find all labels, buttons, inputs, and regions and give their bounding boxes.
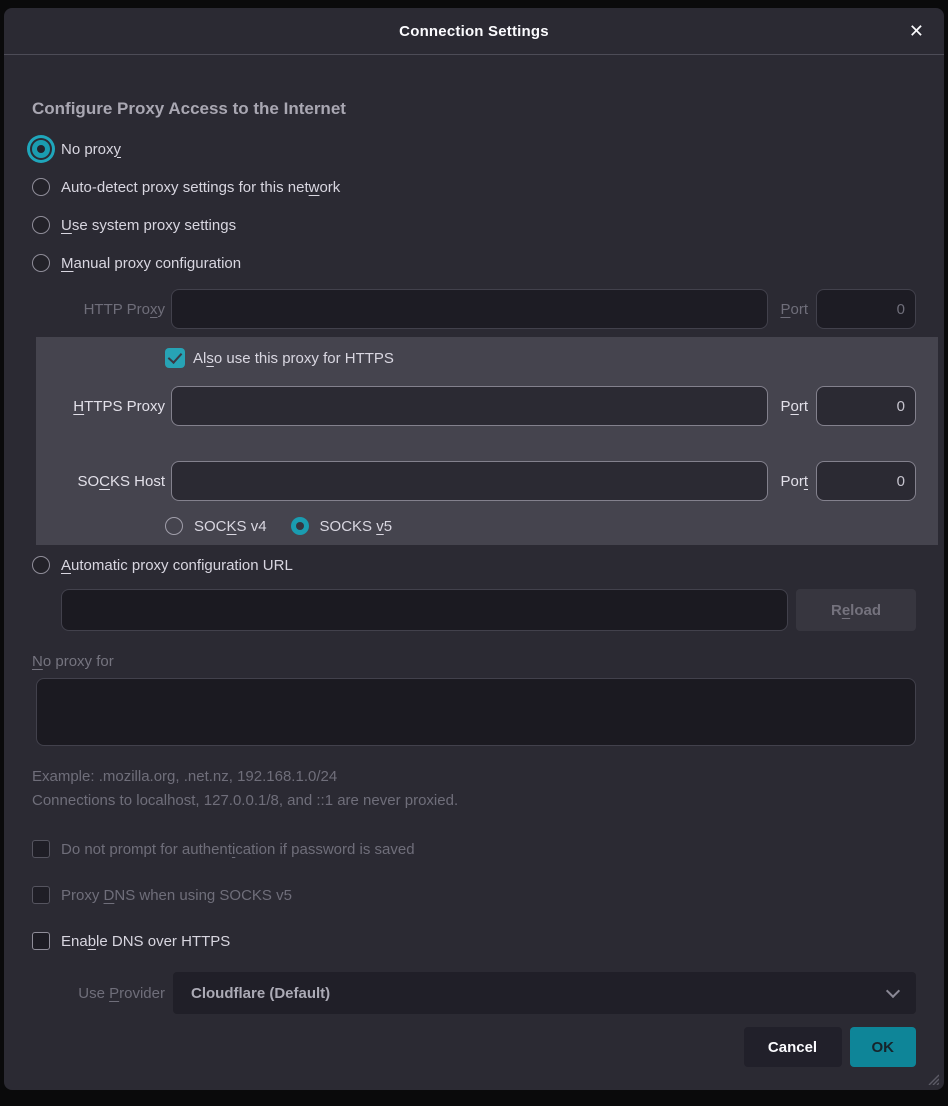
socks-v4-label: SOCKS v4 [194, 518, 267, 535]
no-proxy-example-text: Example: .mozilla.org, .net.nz, 192.168.… [32, 768, 916, 785]
use-provider-label: Use Provider [32, 985, 165, 1002]
no-proxy-for-textarea[interactable] [36, 678, 916, 746]
radio-row-system-proxy[interactable]: Use system proxy settings [32, 215, 916, 235]
https-proxy-row: HTTPS Proxy Port [36, 386, 916, 426]
dialog-titlebar: Connection Settings ✕ [4, 8, 944, 55]
provider-dropdown[interactable]: Cloudflare (Default) [173, 972, 916, 1014]
page-title: Configure Proxy Access to the Internet [32, 99, 916, 119]
close-icon[interactable]: ✕ [909, 22, 924, 40]
also-use-https-label: Also use this proxy for HTTPS [193, 350, 394, 367]
socks-host-label: SOCKS Host [36, 473, 165, 490]
http-proxy-label: HTTP Proxy [32, 301, 165, 318]
https-proxy-input[interactable] [171, 386, 768, 426]
dialog-body: Configure Proxy Access to the Internet N… [4, 99, 944, 1067]
chevron-down-icon [886, 984, 900, 998]
doh-checkbox[interactable] [32, 932, 50, 950]
proxy-dns-checkbox[interactable] [32, 886, 50, 904]
auto-detect-label: Auto-detect proxy settings for this netw… [61, 179, 340, 196]
http-proxy-row: HTTP Proxy Port [32, 289, 916, 329]
provider-selected-value: Cloudflare (Default) [191, 985, 330, 1002]
cancel-button[interactable]: Cancel [744, 1027, 842, 1067]
socks-host-row: SOCKS Host Port [36, 461, 916, 501]
dialog-title: Connection Settings [399, 23, 549, 40]
socks-version-row: SOCKS v4 SOCKS v5 [165, 516, 916, 536]
radio-row-auto-detect[interactable]: Auto-detect proxy settings for this netw… [32, 177, 916, 197]
auto-url-label: Automatic proxy configuration URL [61, 557, 293, 574]
auto-url-row: Reload [32, 589, 916, 631]
manual-proxy-label: Manual proxy configuration [61, 255, 241, 272]
resize-grip[interactable] [925, 1071, 939, 1085]
auto-url-input[interactable] [61, 589, 788, 631]
no-proxy-for-label: No proxy for [32, 653, 916, 670]
dialog-footer: Cancel OK [32, 1027, 916, 1067]
socks-host-input[interactable] [171, 461, 768, 501]
auth-prompt-label: Do not prompt for authentication if pass… [61, 841, 415, 858]
auth-prompt-checkbox[interactable] [32, 840, 50, 858]
highlighted-section: Also use this proxy for HTTPS HTTPS Prox… [36, 337, 938, 545]
https-port-label: Port [780, 398, 808, 415]
doh-row[interactable]: Enable DNS over HTTPS [32, 931, 916, 951]
socks-v4-radio[interactable] [165, 517, 183, 535]
https-proxy-label: HTTPS Proxy [36, 398, 165, 415]
auth-prompt-row[interactable]: Do not prompt for authentication if pass… [32, 839, 916, 859]
system-proxy-label: Use system proxy settings [61, 217, 236, 234]
no-proxy-label: No proxy [61, 141, 121, 158]
http-proxy-input[interactable] [171, 289, 768, 329]
radio-row-no-proxy[interactable]: No proxy [32, 139, 916, 159]
http-port-input[interactable] [816, 289, 916, 329]
radio-row-auto-url[interactable]: Automatic proxy configuration URL [32, 555, 916, 575]
https-same-proxy-row[interactable]: Also use this proxy for HTTPS [165, 347, 916, 369]
auto-detect-radio[interactable] [32, 178, 50, 196]
doh-label: Enable DNS over HTTPS [61, 933, 230, 950]
manual-proxy-radio[interactable] [32, 254, 50, 272]
reload-button[interactable]: Reload [796, 589, 916, 631]
also-use-https-checkbox[interactable] [165, 348, 185, 368]
proxy-dns-label: Proxy DNS when using SOCKS v5 [61, 887, 292, 904]
socks-port-label: Port [780, 473, 808, 490]
no-proxy-radio[interactable] [32, 140, 50, 158]
http-port-label: Port [780, 301, 808, 318]
proxy-dns-row[interactable]: Proxy DNS when using SOCKS v5 [32, 885, 916, 905]
https-port-input[interactable] [816, 386, 916, 426]
auto-url-radio[interactable] [32, 556, 50, 574]
provider-row: Use Provider Cloudflare (Default) [32, 972, 916, 1014]
localhost-note-text: Connections to localhost, 127.0.0.1/8, a… [32, 792, 916, 809]
socks-v5-label: SOCKS v5 [320, 518, 393, 535]
system-proxy-radio[interactable] [32, 216, 50, 234]
connection-settings-dialog: Connection Settings ✕ Configure Proxy Ac… [4, 8, 944, 1090]
radio-row-manual-proxy[interactable]: Manual proxy configuration [32, 253, 916, 273]
socks-port-input[interactable] [816, 461, 916, 501]
socks-v5-radio[interactable] [291, 517, 309, 535]
ok-button[interactable]: OK [850, 1027, 917, 1067]
